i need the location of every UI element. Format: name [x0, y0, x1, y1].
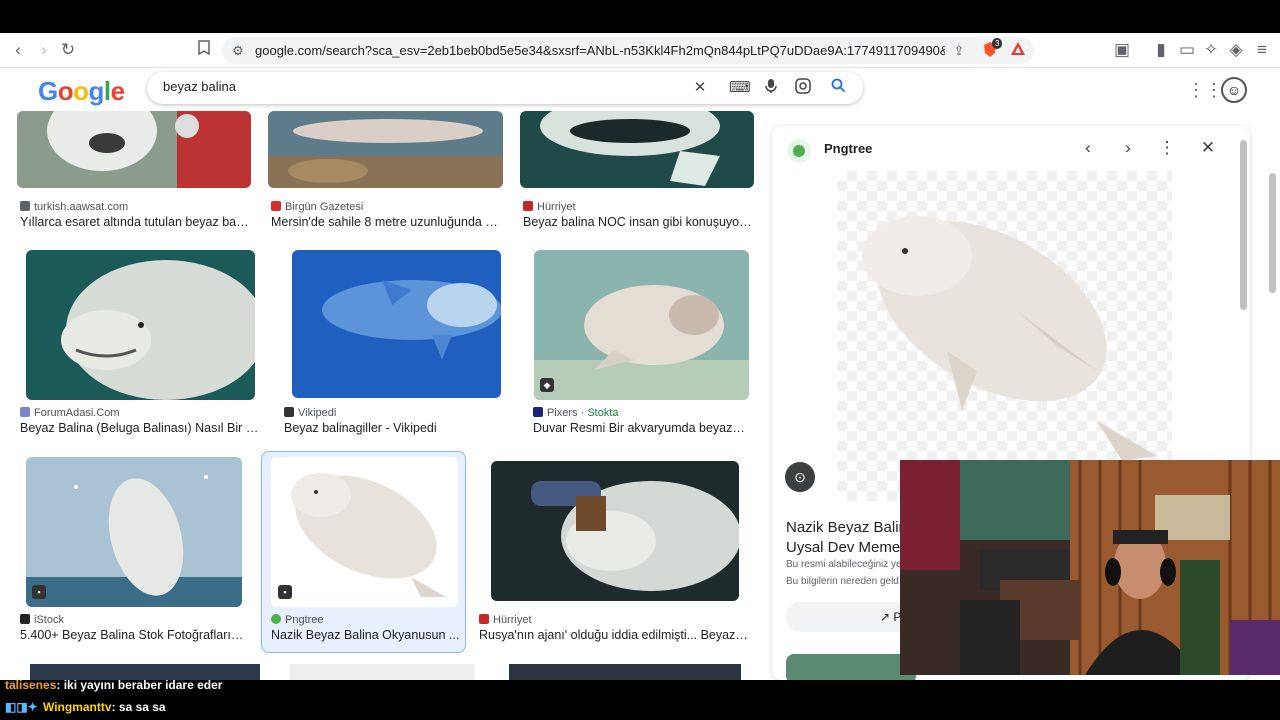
result-image[interactable]: ▪ [26, 457, 242, 607]
url-text[interactable]: google.com/search?sca_esv=2eb1beb0bd5e5e… [255, 43, 945, 58]
panel-subtext: Bu resmi alabileceğiniz ye [786, 559, 902, 570]
favicon [20, 614, 30, 624]
favicon [271, 201, 281, 211]
brave-rewards-icon[interactable] [1008, 41, 1028, 61]
result-title[interactable]: Nazik Beyaz Balina Okyanusun ... [271, 628, 461, 642]
result-image[interactable]: ▪ [271, 457, 458, 607]
panel-source[interactable]: Pngtree [824, 141, 872, 156]
wallet-icon[interactable]: ▭ [1175, 39, 1199, 61]
lens-icon[interactable] [793, 78, 813, 98]
result-source: Hürriyet [523, 201, 576, 213]
result-source: Birgün Gazetesi [271, 201, 363, 213]
favicon [284, 407, 294, 417]
result-source: ForumAdasi.Com [20, 407, 120, 419]
pngtree-favicon-icon [787, 139, 811, 163]
favicon [479, 614, 489, 624]
result-image[interactable] [509, 664, 741, 680]
page-scrollbar[interactable] [1269, 173, 1276, 293]
result-title[interactable]: Rusya'nın ajanı' olduğu iddia edilmişti.… [479, 628, 749, 642]
result-image[interactable] [290, 664, 475, 680]
result-title[interactable]: Beyaz Balina (Beluga Balinası) Nasıl Bir… [20, 421, 260, 435]
close-icon[interactable]: ✕ [1196, 136, 1220, 160]
reader-icon[interactable]: ▣ [1110, 39, 1134, 61]
result-image[interactable] [292, 250, 501, 398]
license-icon: ▪ [278, 585, 292, 599]
related-image[interactable] [786, 654, 916, 680]
address-bar[interactable]: ⚙ google.com/search?sca_esv=2eb1beb0bd5e… [222, 37, 1034, 64]
result-source: Pngtree [271, 614, 324, 626]
chat-badges-icon: ◧◨✦ [5, 700, 38, 714]
license-icon: ▪ [32, 585, 46, 599]
favicon [533, 407, 543, 417]
reload-icon[interactable]: ↻ [56, 39, 80, 61]
leo-ai-icon[interactable]: ✧ [1199, 39, 1223, 61]
result-image[interactable] [268, 111, 503, 188]
favicon [271, 614, 281, 624]
result-title[interactable]: Yıllarca esaret altında tutulan beyaz ba… [20, 215, 250, 229]
stream-chat: talisenes: iki yayını beraber idare eder… [0, 678, 1280, 720]
more-options-icon[interactable]: ⋮ [1155, 136, 1179, 160]
vpn-icon[interactable]: ◈ [1224, 39, 1248, 61]
result-source: iStock [20, 614, 64, 626]
search-input[interactable] [163, 79, 663, 94]
avatar[interactable]: ☺ [1221, 77, 1247, 103]
webcam-overlay [900, 460, 1280, 675]
product-tag-icon: ◆ [540, 378, 554, 392]
favicon [523, 201, 533, 211]
favicon [20, 201, 30, 211]
result-title[interactable]: Beyaz balina NOC insan gibi konuşuyor ..… [523, 215, 755, 229]
lens-search-icon[interactable]: ⊙ [785, 462, 815, 492]
window-top-bar [0, 0, 1280, 33]
result-source: turkish.aawsat.com [20, 201, 128, 213]
result-image[interactable] [17, 111, 251, 188]
back-arrow-icon[interactable]: ‹ [6, 39, 30, 61]
result-image[interactable] [26, 250, 255, 400]
brave-shield-icon[interactable]: 3 [980, 38, 1003, 61]
close-icon[interactable]: ✕ [690, 78, 710, 98]
next-icon[interactable]: › [1116, 136, 1140, 160]
result-title[interactable]: Duvar Resmi Bir akvaryumda beyaz b... [533, 421, 748, 435]
forward-arrow-icon[interactable]: › [32, 39, 56, 61]
browser-toolbar: ‹ › ↻ ⚙ google.com/search?sca_esv=2eb1be… [0, 33, 1280, 68]
chat-message: talisenes: iki yayını beraber idare eder [5, 678, 223, 692]
bookmark-icon[interactable] [192, 39, 216, 61]
share-icon[interactable]: ⇪ [949, 41, 969, 61]
menu-icon[interactable]: ≡ [1250, 39, 1274, 61]
result-source: Hürriyet [479, 614, 532, 626]
site-info-icon[interactable]: ⚙ [228, 41, 248, 61]
search-box[interactable]: ✕ ⌨ [147, 72, 863, 104]
result-title[interactable]: Mersin'de sahile 8 metre uzunluğunda ol.… [271, 215, 503, 229]
google-logo[interactable]: Google [38, 76, 125, 107]
panel-scrollbar[interactable] [1240, 140, 1247, 310]
sidebar-icon[interactable]: ▮ [1149, 39, 1173, 61]
result-image[interactable]: ◆ [534, 250, 749, 400]
chat-message: ◧◨✦ Wingmanttv: sa sa sa [5, 700, 166, 714]
panel-subtext[interactable]: Bu bilgilerin nereden geld [786, 576, 899, 587]
preview-image[interactable] [837, 171, 1172, 501]
result-image[interactable] [491, 461, 739, 601]
apps-grid-icon[interactable]: ⋮⋮ [1187, 80, 1223, 100]
result-title[interactable]: Beyaz balinagiller - Vikipedi [284, 421, 504, 435]
microphone-icon[interactable] [761, 78, 781, 98]
previous-icon[interactable]: ‹ [1076, 136, 1100, 160]
result-source: Pixers · Stokta [533, 407, 619, 419]
result-title[interactable]: 5.400+ Beyaz Balina Stok Fotoğrafları, .… [20, 628, 245, 642]
favicon [20, 407, 30, 417]
keyboard-icon[interactable]: ⌨ [729, 78, 751, 98]
search-icon[interactable] [828, 78, 848, 98]
brave-badge: 3 [992, 38, 1003, 49]
result-source: Vikipedi [284, 407, 336, 419]
result-image[interactable] [520, 111, 754, 188]
